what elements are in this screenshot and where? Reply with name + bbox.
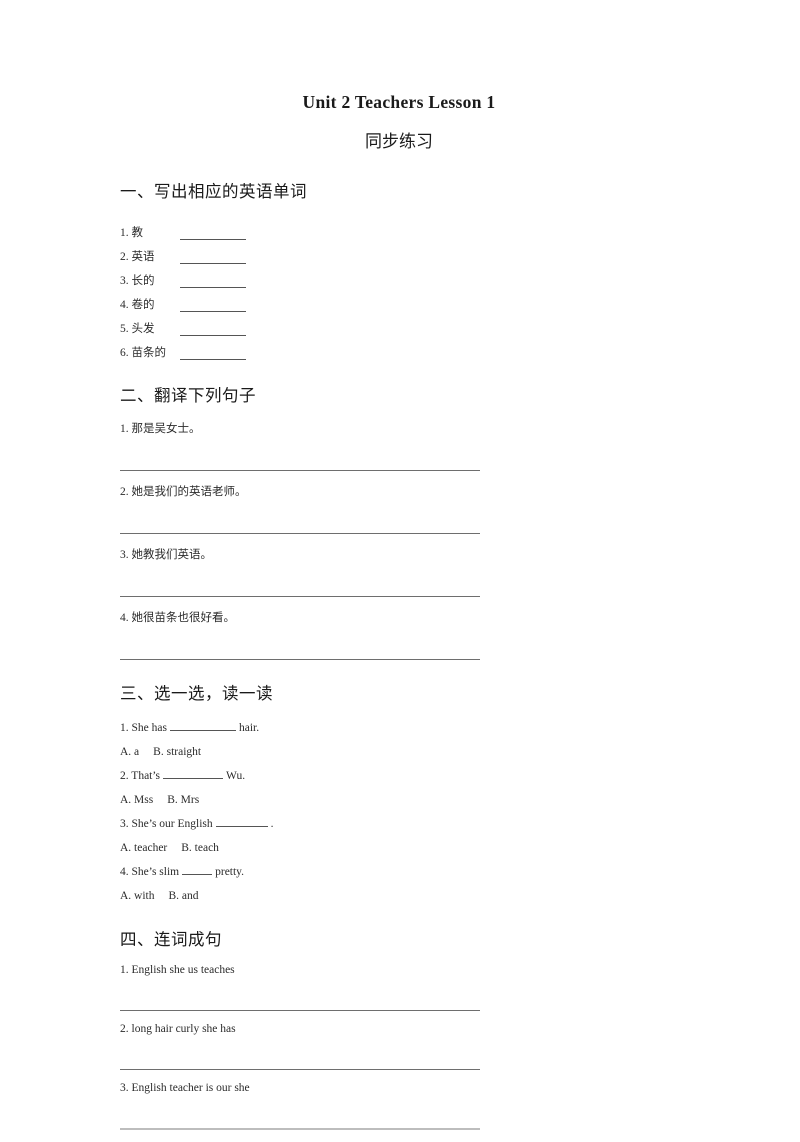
list-item: 1. 那是吴女士。: [120, 423, 201, 435]
worksheet-page: Unit 2 Teachers Lesson 1 同步练习 一、写出相应的英语单…: [0, 0, 800, 1131]
answer-blank[interactable]: [180, 300, 246, 312]
list-item: 5. 头发: [120, 312, 680, 336]
question-text-tail: hair.: [238, 722, 260, 734]
list-item: 4. She’s slim pretty.: [120, 862, 680, 886]
option-a[interactable]: A. Mss: [120, 794, 153, 806]
option-b[interactable]: B. straight: [153, 746, 201, 758]
answer-blank[interactable]: [169, 720, 236, 731]
option-row: A. Mss B. Mrs: [120, 790, 680, 814]
question-text-tail: Wu.: [226, 770, 246, 782]
option-b[interactable]: B. teach: [181, 842, 219, 854]
list-item: 1. English she us teaches: [120, 964, 235, 976]
list-item: 4. 她很苗条也很好看。: [120, 612, 235, 624]
answer-blank[interactable]: [180, 324, 246, 336]
question-text: 3. She’s our English: [120, 818, 213, 830]
word-item-label: 5. 头发: [120, 323, 155, 335]
option-b[interactable]: B. Mrs: [167, 794, 199, 806]
list-item: 3. 她教我们英语。: [120, 549, 212, 561]
question-text: 1. She has: [120, 722, 167, 734]
option-a[interactable]: A. a: [120, 746, 139, 758]
word-item-label: 4. 卷的: [120, 299, 155, 311]
section-heading-three: 三、选一选，读一读: [120, 684, 273, 703]
page-title: Unit 2 Teachers Lesson 1: [302, 92, 496, 112]
word-item-label: 3. 长的: [120, 275, 155, 287]
list-item: 3. She’s our English.: [120, 814, 680, 838]
translation-list: 1. 那是吴女士。 2. 她是我们的英语老师。 3. 她教我们英语。 4. 她很…: [120, 420, 680, 660]
answer-rule[interactable]: [120, 533, 480, 534]
option-b[interactable]: B. and: [169, 890, 199, 902]
word-item-label: 2. 英语: [120, 251, 155, 263]
list-item: 1. 教: [120, 216, 680, 240]
question-text-tail: .: [270, 818, 274, 830]
answer-rule[interactable]: [120, 470, 480, 471]
list-item: 2. long hair curly she has: [120, 1023, 236, 1035]
list-item: 4. 卷的: [120, 288, 680, 312]
list-item: 2. That’s Wu.: [120, 766, 680, 790]
answer-rule[interactable]: [120, 1128, 480, 1130]
answer-rule[interactable]: [120, 1010, 480, 1011]
answer-blank[interactable]: [180, 228, 246, 240]
list-item: 6. 苗条的: [120, 336, 680, 360]
answer-rule[interactable]: [120, 1069, 480, 1070]
scramble-list: 1. English she us teaches 2. long hair c…: [120, 964, 680, 1130]
list-item: 3. 长的: [120, 264, 680, 288]
page-subtitle: 同步练习: [365, 132, 433, 151]
section-heading-one: 一、写出相应的英语单词: [120, 182, 307, 201]
document-content: Unit 2 Teachers Lesson 1 同步练习 一、写出相应的英语单…: [120, 92, 680, 1142]
section-heading-two: 二、翻译下列句子: [120, 386, 256, 405]
option-row: A. with B. and: [120, 886, 680, 910]
answer-blank[interactable]: [180, 252, 246, 264]
answer-blank[interactable]: [215, 816, 268, 827]
list-item: 1. She has hair.: [120, 718, 680, 742]
question-text-tail: pretty.: [215, 866, 245, 878]
section-heading-four: 四、连词成句: [120, 930, 222, 949]
word-item-label: 1. 教: [120, 227, 143, 239]
question-text: 4. She’s slim: [120, 866, 180, 878]
word-item-label: 6. 苗条的: [120, 347, 166, 359]
question-text: 2. That’s: [120, 770, 161, 782]
option-a[interactable]: A. teacher: [120, 842, 167, 854]
option-row: A. teacher B. teach: [120, 838, 680, 862]
list-item: 3. English teacher is our she: [120, 1082, 250, 1094]
answer-rule[interactable]: [120, 596, 480, 597]
option-row: A. a B. straight: [120, 742, 680, 766]
answer-rule[interactable]: [120, 659, 480, 660]
answer-blank[interactable]: [180, 348, 246, 360]
option-a[interactable]: A. with: [120, 890, 155, 902]
answer-blank[interactable]: [163, 768, 224, 779]
answer-blank[interactable]: [182, 864, 213, 875]
answer-blank[interactable]: [180, 276, 246, 288]
list-item: 2. 她是我们的英语老师。: [120, 486, 247, 498]
word-list: 1. 教 2. 英语 3. 长的 4. 卷的 5. 头发 6. 苗条的: [120, 216, 680, 360]
multiple-choice-list: 1. She has hair. A. a B. straight 2. That’…: [120, 718, 680, 910]
list-item: 2. 英语: [120, 240, 680, 264]
